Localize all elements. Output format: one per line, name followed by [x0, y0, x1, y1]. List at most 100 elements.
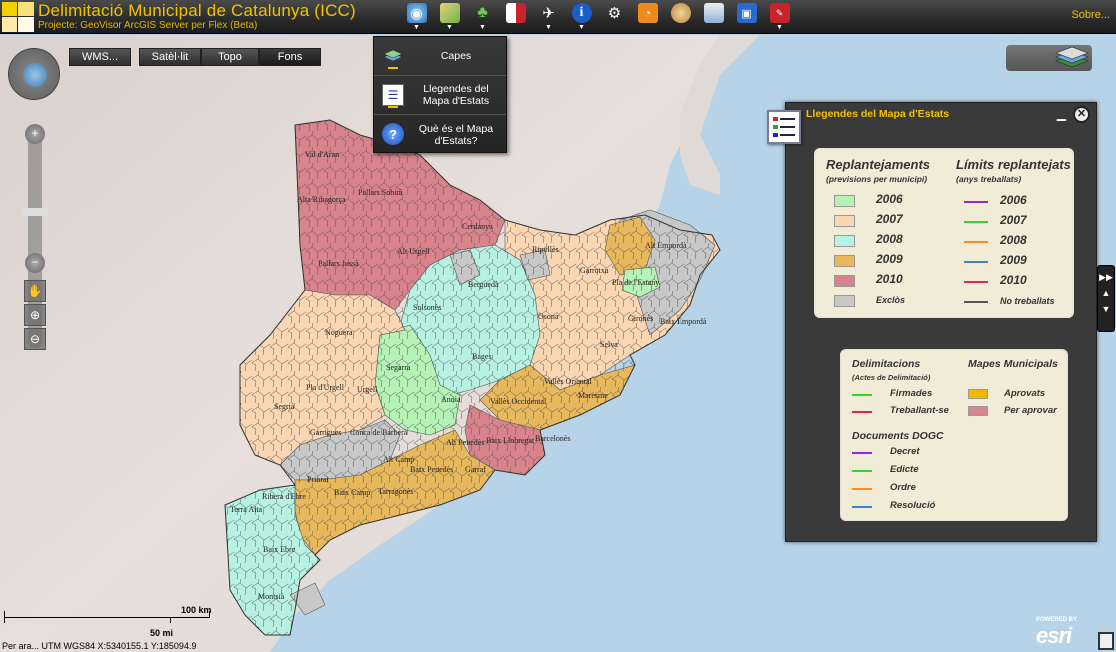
app-subtitle: Projecte: GeoVisor ArcGIS Server per Fle…	[38, 20, 258, 31]
chevron-up-icon[interactable]: ▲	[1098, 285, 1114, 301]
esri-logo: POWERED BY esri	[1036, 617, 1078, 648]
zoom-out-box-button[interactable]: ⊖	[24, 328, 46, 350]
help-icon: ?	[382, 123, 404, 145]
chevron-down-icon: ▼	[413, 24, 420, 31]
legend-label: 2006	[876, 192, 903, 206]
map-label: Terra Alta	[230, 505, 263, 514]
map-label: Pla de l'Estany	[612, 278, 660, 287]
zoom-in-button[interactable]: +	[25, 124, 45, 144]
legend-card-delimitacions: Delimitacions (Actes de Delimitació) Map…	[840, 349, 1068, 521]
rotate-icon[interactable]: ‹ ›	[20, 104, 50, 118]
map-label: Baix Empordà	[660, 317, 707, 326]
card1-left-title: Replantejaments	[826, 157, 931, 172]
map-label: Garraf	[465, 465, 486, 474]
book-icon	[505, 3, 526, 23]
topo-button[interactable]: Topo	[201, 48, 259, 66]
map-label: Conca de Barberà	[350, 428, 408, 437]
zoom-slider-thumb[interactable]	[22, 208, 48, 216]
legend-swatch	[968, 389, 988, 399]
map-label: Osona	[538, 312, 559, 321]
menu-item-capes[interactable]: Capes	[374, 37, 506, 76]
card1-right-title: Límits replantejats	[956, 157, 1071, 172]
close-icon[interactable]: ✕	[1073, 106, 1090, 123]
legend-widget-icon[interactable]	[767, 110, 801, 144]
map-label: Berguedà	[468, 280, 499, 289]
map-label: Montsià	[258, 592, 285, 601]
pin-button[interactable]: ✈ ▼	[532, 3, 565, 31]
fons-button[interactable]: Fons	[259, 48, 321, 66]
map-label: Pallars Jussà	[318, 259, 359, 268]
tree-button[interactable]: ♣ ▼	[466, 3, 499, 31]
layers-button[interactable]	[1006, 45, 1092, 71]
map-label: Pallars Sobirà	[358, 188, 403, 197]
rss-button[interactable]: ◔	[631, 3, 664, 31]
printer-button[interactable]	[697, 3, 730, 31]
chevron-down-icon: ▼	[479, 24, 486, 31]
legend-panel-header[interactable]: Llegendes del Mapa d'Estats ▁ ✕	[786, 103, 1096, 125]
legend-line	[964, 221, 988, 223]
info-icon: i	[571, 3, 592, 23]
legend-label: Resolució	[890, 500, 936, 511]
legend-line	[852, 506, 872, 508]
legend-panel: Llegendes del Mapa d'Estats ▁ ✕ Replante…	[785, 102, 1097, 542]
hand-icon: ✋	[27, 284, 43, 298]
menu-item-que-es[interactable]: ? Què és el Mapa d'Estats?	[374, 115, 506, 154]
pan-control[interactable]	[8, 48, 60, 100]
legend-label: Firmades	[890, 388, 933, 399]
layers-globe-button[interactable]: ◉ ▼	[400, 3, 433, 31]
map-label: Vallès Occidental	[490, 397, 547, 406]
zoom-in-box-button[interactable]: ⊕	[24, 304, 46, 326]
legend-line	[964, 301, 988, 303]
minimize-icon[interactable]: ▁	[1057, 107, 1066, 121]
magnifier-plus-icon: ⊕	[29, 308, 41, 322]
map-label: Bages	[472, 352, 492, 361]
legend-panel-title: Llegendes del Mapa d'Estats	[806, 108, 950, 120]
menu-item-llegendes[interactable]: ☰ Llegendes del Mapa d'Estats	[374, 76, 506, 115]
resize-handle-icon[interactable]	[1098, 632, 1114, 650]
chevron-down-icon[interactable]: ▼	[1098, 301, 1114, 317]
legend-label: 2008	[876, 232, 903, 246]
legend-label: Exclòs	[876, 295, 906, 305]
satellite-button[interactable]: Satèl·lit	[139, 48, 201, 66]
tree-icon: ♣	[477, 4, 488, 21]
map-label: Barcelonès	[535, 434, 571, 443]
pan-hand-button[interactable]: ✋	[24, 280, 46, 302]
pdf-button[interactable]: ✎ ▼	[763, 3, 796, 31]
book-button[interactable]	[499, 3, 532, 31]
wms-button[interactable]: WMS...	[69, 48, 131, 66]
zoom-out-button[interactable]: −	[25, 253, 45, 273]
panel-side-controls: ▶▶ ▲ ▼	[1097, 265, 1115, 332]
save-button[interactable]: ▣	[730, 3, 763, 31]
map-label: Baix Ebre	[263, 545, 296, 554]
legend-label: Aprovats	[1004, 388, 1046, 399]
expand-icon[interactable]: ▶▶	[1098, 269, 1114, 285]
legend-label: Ordre	[890, 482, 916, 493]
camera-button[interactable]: ⚙	[598, 3, 631, 31]
info-button[interactable]: i ▼	[565, 3, 598, 31]
layers-globe-icon: ◉	[406, 3, 427, 23]
legend-swatch	[834, 275, 855, 287]
legend-label: Per aprovar	[1004, 405, 1057, 416]
map-label: Solsonès	[413, 303, 442, 312]
card1-left-sub: (previsions per municipi)	[826, 174, 928, 184]
app-logo	[2, 2, 34, 32]
legend-label: No treballats	[1000, 296, 1055, 306]
legend-icon: ☰	[382, 84, 404, 106]
chevron-down-icon: ▼	[578, 24, 585, 31]
map-label: Noguera	[325, 328, 353, 337]
palette-button[interactable]	[664, 3, 697, 31]
printer-icon	[703, 3, 724, 23]
map-label: Ripollès	[532, 245, 559, 254]
legend-line	[852, 411, 872, 413]
rss-icon: ◔	[637, 3, 658, 23]
legend-line	[852, 488, 872, 490]
legend-label: 2007	[876, 212, 903, 226]
card1-right-sub: (anys treballats)	[956, 174, 1022, 184]
map-label: Garrigues	[310, 428, 342, 437]
map-button[interactable]: ▼	[433, 3, 466, 31]
legend-swatch	[968, 406, 988, 416]
delim-title: Delimitacions	[852, 358, 921, 370]
about-link[interactable]: Sobre...	[1071, 9, 1110, 21]
legend-label: 2010	[876, 272, 903, 286]
chevron-down-icon: ▼	[545, 24, 552, 31]
